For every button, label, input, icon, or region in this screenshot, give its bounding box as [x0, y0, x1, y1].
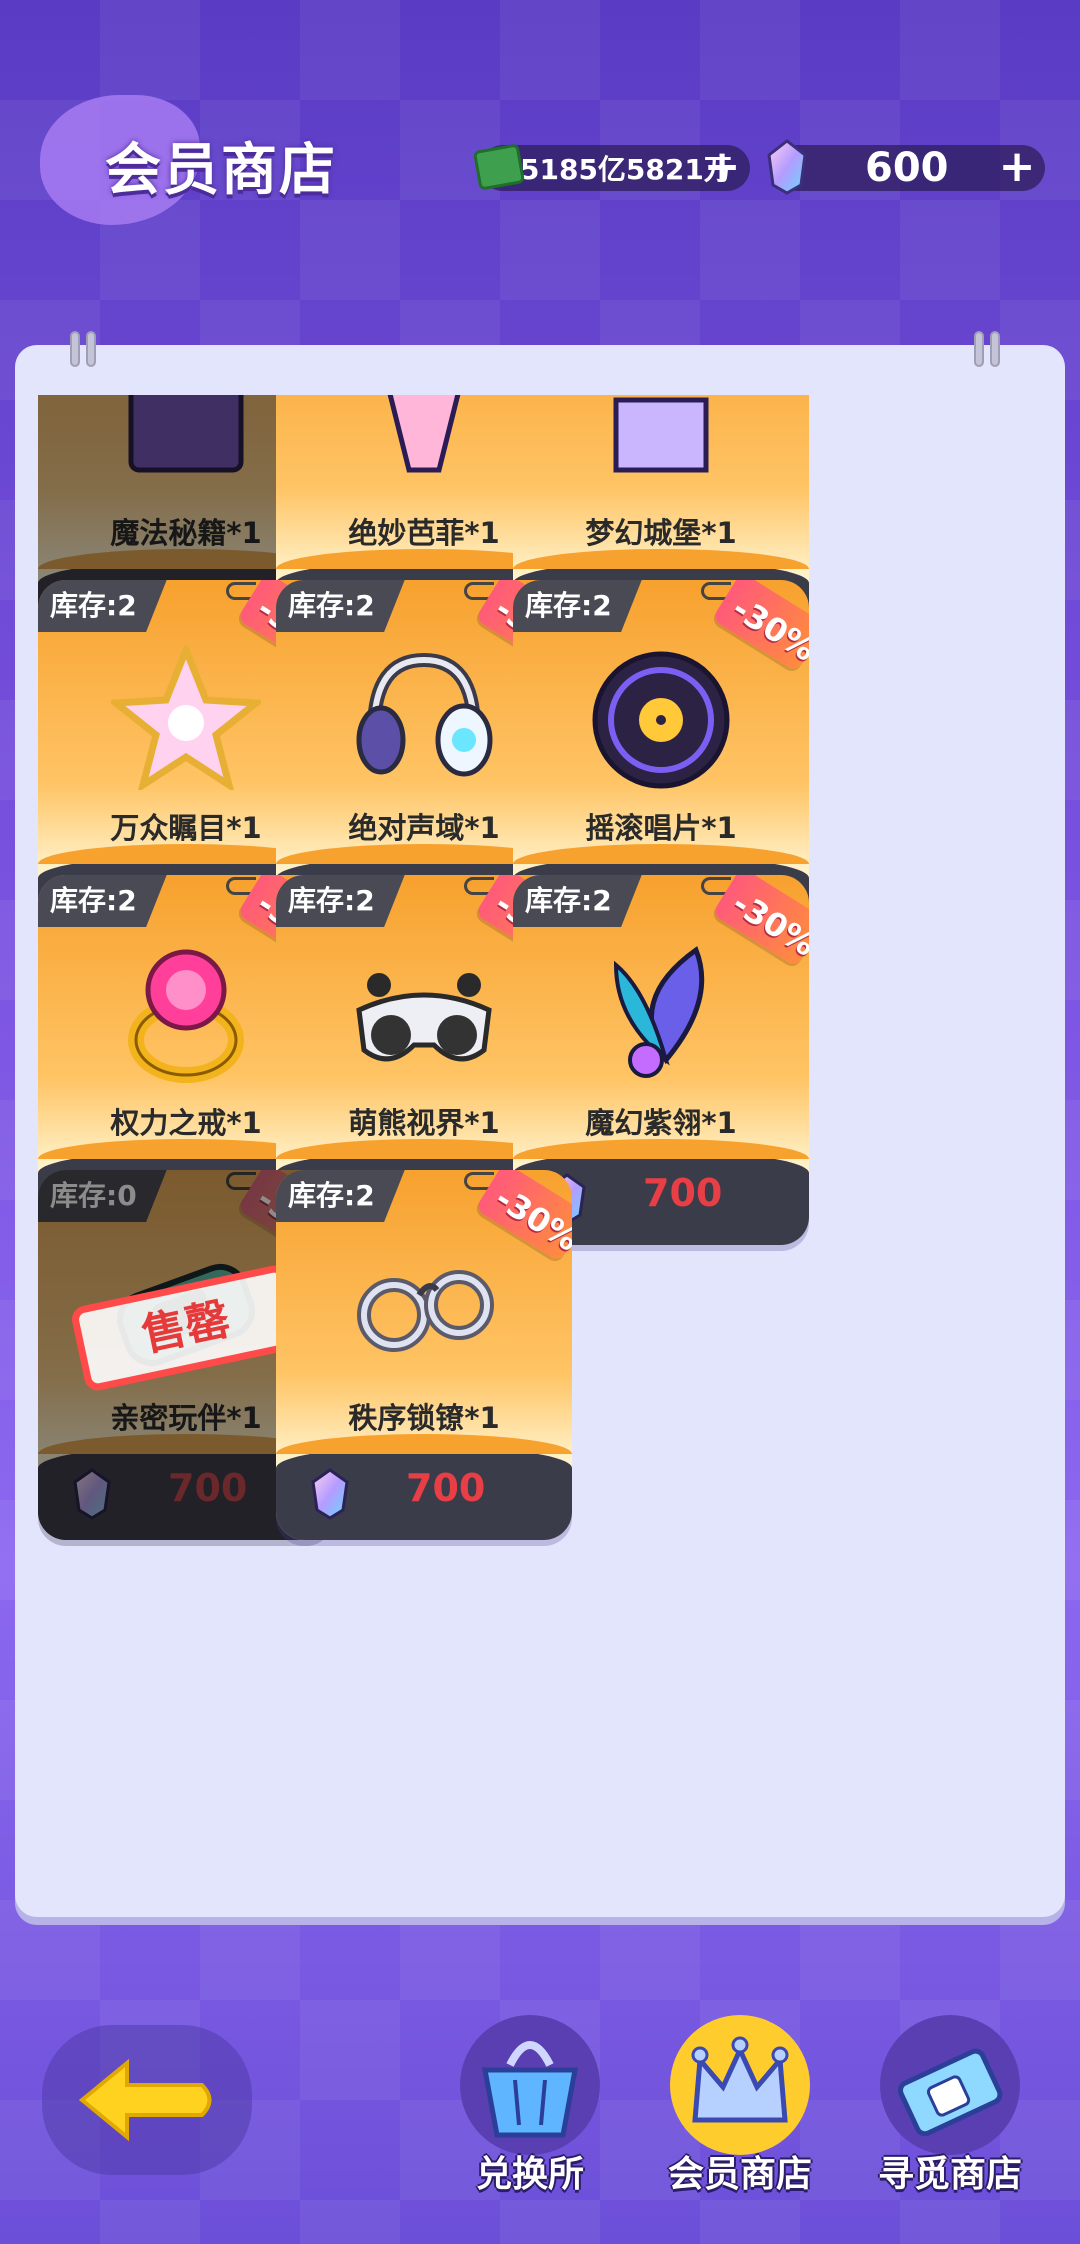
gem-icon [73, 1468, 111, 1520]
ticket-icon [897, 2048, 1003, 2137]
discount-tag: -30% [701, 875, 809, 971]
crown-icon [691, 2036, 789, 2123]
item-name: 摇滚唱片*1 [585, 811, 737, 845]
item-price: 700 [643, 1171, 723, 1215]
cash-balance: 5185亿5821万 + [472, 143, 750, 191]
back-button[interactable] [42, 2025, 252, 2175]
back-arrow-icon [78, 2058, 212, 2142]
panel-clip-right [974, 331, 1010, 371]
panel-clip-left [70, 331, 106, 371]
basket-icon [481, 2041, 579, 2138]
castle-icon [613, 397, 709, 473]
stock-label: 库存:0 [38, 1170, 167, 1222]
cash-icon [472, 143, 526, 191]
header: 会员商店 5185亿5821万 + 600 + [0, 0, 1080, 330]
add-gem-button[interactable]: + [997, 145, 1037, 189]
add-cash-button[interactable]: + [702, 145, 742, 189]
stock-label: 库存:2 [513, 580, 642, 632]
item-price: 700 [406, 1466, 486, 1510]
item-name: 魔幻紫翎*1 [585, 1106, 737, 1140]
stock-label: 库存:2 [38, 875, 167, 927]
tab-member-shop[interactable]: 会员商店 [655, 2015, 825, 2215]
stock-label: 库存:2 [276, 875, 405, 927]
gem-icon [767, 139, 807, 195]
page-title: 会员商店 [105, 138, 337, 203]
price-bar: 700 [276, 1434, 572, 1540]
tab-exchange-label: 兑换所 [475, 2154, 584, 2195]
stock-label: 库存:2 [276, 1170, 405, 1222]
gem-balance: 600 + [767, 139, 1045, 195]
item-name: 梦幻城堡*1 [585, 516, 737, 550]
item-name: 秩序锁镣*1 [348, 1401, 500, 1435]
discount-tag: -30% [701, 580, 809, 676]
item-price: 700 [168, 1466, 248, 1510]
parfait-icon [387, 395, 461, 473]
tab-seek-shop-label: 寻觅商店 [877, 2154, 1022, 2195]
stock-label: 库存:2 [38, 580, 167, 632]
tab-seek-shop[interactable]: 寻觅商店 [865, 2015, 1035, 2215]
tab-member-shop-label: 会员商店 [667, 2154, 812, 2195]
stock-label: 库存:2 [276, 580, 405, 632]
gem-icon [311, 1468, 349, 1520]
cash-amount: 5185亿5821万 [520, 153, 732, 186]
item-card[interactable]: 库存:2 秩序锁镣*1 700 -30% [276, 1170, 572, 1540]
shop-panel: 魔法秘籍*1700绝妙芭菲*1700梦幻城堡*1700库存:2万众瞩目*1700… [15, 331, 1065, 1917]
item-grid[interactable]: 魔法秘籍*1700绝妙芭菲*1700梦幻城堡*1700库存:2万众瞩目*1700… [15, 395, 1065, 1875]
stock-label: 库存:2 [513, 875, 642, 927]
bottom-nav: 兑换所 会员商店 寻觅商店 [0, 1990, 1080, 2244]
magic-book-icon [128, 395, 244, 473]
gem-amount: 600 [865, 145, 949, 191]
discount-tag: -30% [464, 1170, 572, 1266]
tab-exchange[interactable]: 兑换所 [445, 2015, 615, 2215]
